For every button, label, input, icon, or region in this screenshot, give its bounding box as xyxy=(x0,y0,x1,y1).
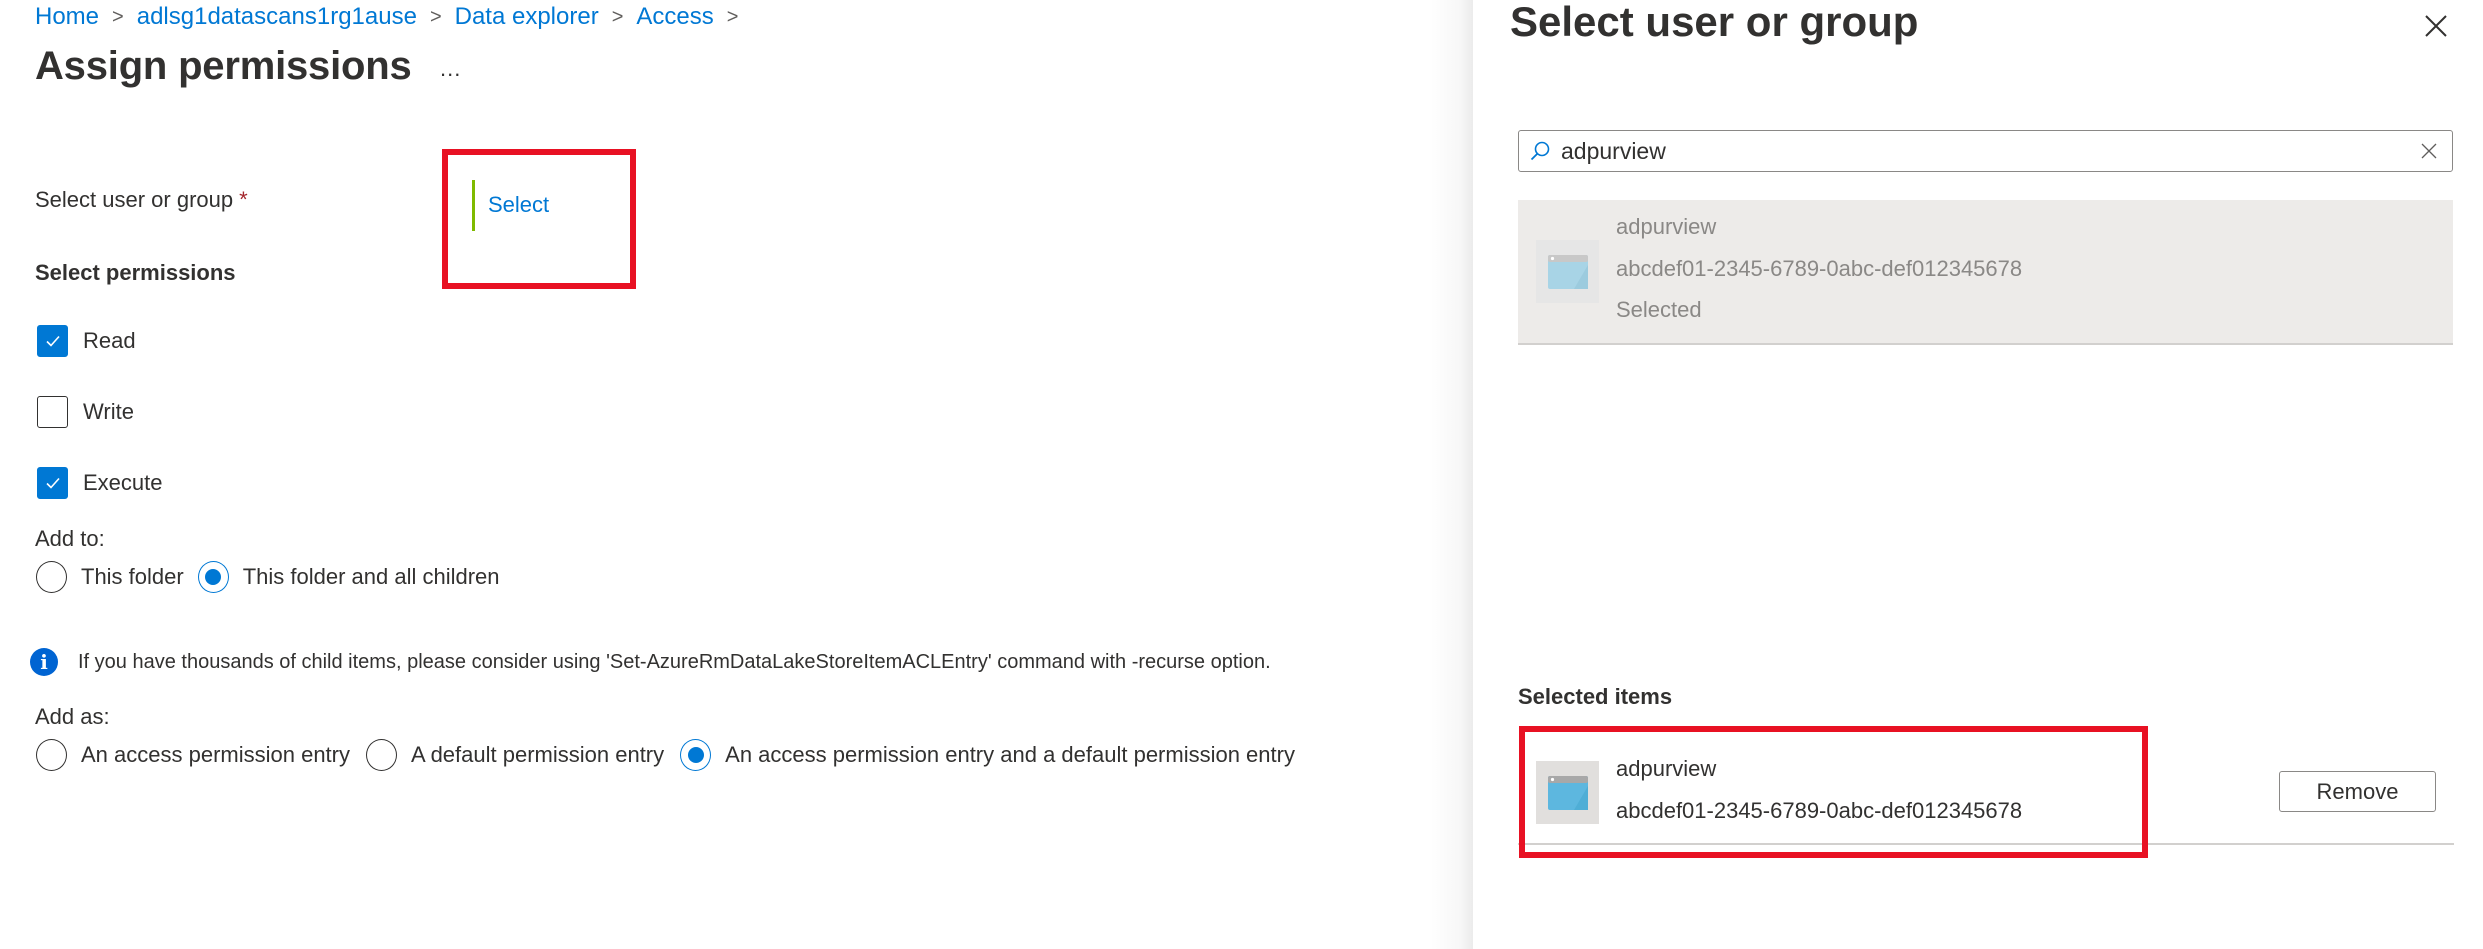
info-icon: i xyxy=(30,648,58,676)
radio-option-default-entry[interactable]: A default permission entry xyxy=(366,739,664,771)
breadcrumb-storage-account[interactable]: adlsg1datascans1rg1ause xyxy=(137,3,417,31)
selected-item: adpurview abcdef01-2345-6789-0abc-def012… xyxy=(1518,730,2454,845)
select-user-group-label: Select user or group * xyxy=(35,187,248,213)
radio-dot xyxy=(687,747,704,763)
page-title: Assign permissions xyxy=(35,44,412,88)
radio-default-entry[interactable] xyxy=(366,739,397,771)
checkmark-icon xyxy=(45,335,60,347)
info-text: If you have thousands of child items, pl… xyxy=(78,650,1271,673)
remove-button[interactable]: Remove xyxy=(2279,771,2436,812)
blade-title: Select user or group xyxy=(1510,0,1919,45)
selected-item-name: adpurview xyxy=(1616,756,1717,781)
add-to-radio-group: This folder This folder and all children xyxy=(36,561,514,593)
search-box[interactable] xyxy=(1518,130,2453,172)
execute-checkbox[interactable] xyxy=(37,467,68,499)
radio-label: An access permission entry and a default… xyxy=(725,742,1295,767)
write-checkbox[interactable] xyxy=(37,396,68,428)
radio-folder-and-children[interactable] xyxy=(197,561,229,593)
chevron-right-icon: > xyxy=(611,5,624,28)
blade-shadow xyxy=(1430,0,1473,949)
radio-option-folder-and-children[interactable]: This folder and all children xyxy=(197,561,500,593)
chevron-right-icon: > xyxy=(112,5,124,28)
search-icon xyxy=(1530,141,1550,161)
radio-label: This folder and all children xyxy=(242,564,500,589)
radio-access-entry[interactable] xyxy=(36,739,67,771)
highlight-box-select xyxy=(442,149,636,289)
close-icon[interactable] xyxy=(2420,10,2452,42)
add-to-label: Add to: xyxy=(35,526,105,551)
select-user-group-label-text: Select user or group xyxy=(35,187,234,212)
write-label: Write xyxy=(83,399,134,424)
chevron-right-icon: > xyxy=(429,5,442,28)
search-input[interactable] xyxy=(1561,137,2418,165)
radio-label: A default permission entry xyxy=(411,742,665,767)
selected-item-id: abcdef01-2345-6789-0abc-def012345678 xyxy=(1616,798,2023,823)
read-label: Read xyxy=(83,328,136,353)
search-result-item[interactable]: adpurview abcdef01-2345-6789-0abc-def012… xyxy=(1518,200,2453,345)
add-as-label: Add as: xyxy=(35,704,110,729)
app-registration-icon xyxy=(1536,761,1599,824)
write-checkbox-row[interactable]: Write xyxy=(37,396,134,428)
breadcrumb-home[interactable]: Home xyxy=(35,3,99,31)
info-message: i If you have thousands of child items, … xyxy=(30,648,1271,676)
more-options-button[interactable]: ... xyxy=(440,56,461,82)
read-checkbox-row[interactable]: Read xyxy=(37,325,136,357)
breadcrumb-access[interactable]: Access xyxy=(636,3,713,31)
radio-label: This folder xyxy=(81,564,184,589)
required-asterisk: * xyxy=(239,187,248,212)
radio-access-and-default-entry[interactable] xyxy=(680,739,712,771)
result-status: Selected xyxy=(1616,297,1702,322)
app-registration-icon xyxy=(1536,240,1599,303)
breadcrumb-data-explorer[interactable]: Data explorer xyxy=(455,3,599,31)
checkmark-icon xyxy=(45,477,60,489)
select-permissions-heading: Select permissions xyxy=(35,260,236,285)
clear-icon[interactable] xyxy=(2418,140,2440,162)
radio-option-access-entry[interactable]: An access permission entry xyxy=(36,739,350,771)
add-as-radio-group: An access permission entry A default per… xyxy=(36,739,1309,771)
radio-dot xyxy=(205,569,222,585)
result-id: abcdef01-2345-6789-0abc-def012345678 xyxy=(1616,256,2023,281)
breadcrumb: Home > adlsg1datascans1rg1ause > Data ex… xyxy=(35,0,751,34)
execute-checkbox-row[interactable]: Execute xyxy=(37,467,163,499)
execute-label: Execute xyxy=(83,470,163,495)
radio-option-access-and-default-entry[interactable]: An access permission entry and a default… xyxy=(680,739,1295,771)
result-name: adpurview xyxy=(1616,214,1717,239)
radio-option-this-folder[interactable]: This folder xyxy=(36,561,184,593)
selected-items-heading: Selected items xyxy=(1518,684,1673,709)
chevron-right-icon: > xyxy=(726,5,739,28)
read-checkbox[interactable] xyxy=(37,325,68,357)
radio-label: An access permission entry xyxy=(81,742,350,767)
radio-this-folder[interactable] xyxy=(36,561,67,593)
